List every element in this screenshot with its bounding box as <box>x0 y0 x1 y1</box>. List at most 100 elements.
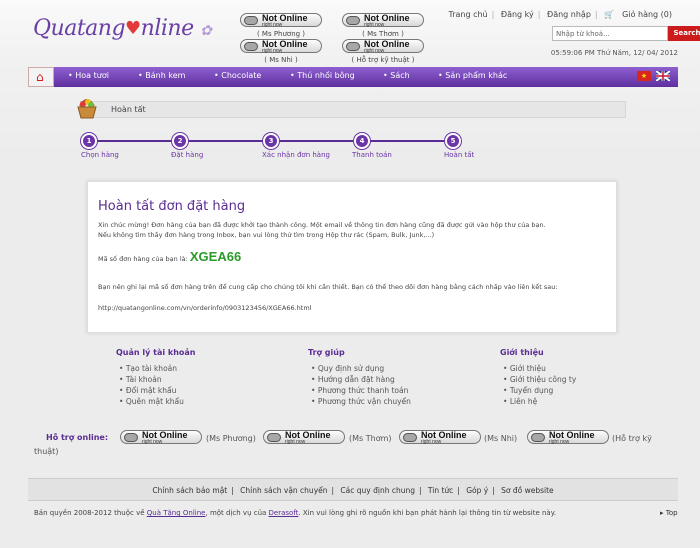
breadcrumb: Hoàn tất <box>80 101 626 118</box>
support-name: ( Ms Nhi ) <box>264 56 298 64</box>
nav-label: Bánh kem <box>145 71 186 80</box>
footer-link[interactable]: • Tuyển dụng <box>500 385 576 396</box>
status-sub: right now <box>262 22 283 28</box>
status-sub: right now <box>262 48 283 54</box>
step-3: 3 <box>263 133 279 149</box>
nav-item-chocolate[interactable]: • Chocolate <box>214 71 261 80</box>
footer-link-text: Tạo tài khoản <box>125 364 178 373</box>
nav-item-sach[interactable]: • Sách <box>383 71 410 80</box>
bottom-link[interactable]: Tin tức <box>424 486 457 495</box>
yahoo-status-tech-footer[interactable]: Not Online right now <box>527 430 609 445</box>
footer-link[interactable]: • Liên hệ <box>500 396 576 407</box>
bottom-link[interactable]: Chính sách vận chuyển <box>236 486 331 495</box>
yahoo-face-icon <box>531 433 545 442</box>
footer-link[interactable]: • Giới thiệu <box>500 363 576 374</box>
nav-item-hoa-tuoi[interactable]: • Hoa tươi <box>68 71 109 80</box>
yahoo-face-icon <box>124 433 138 442</box>
search-button[interactable]: Search <box>668 26 700 41</box>
order-code-row: Mã số đơn hàng của bạn là: XGEA66 <box>98 249 608 264</box>
footer-link[interactable]: • Quên mật khẩu <box>116 396 195 407</box>
footer-link[interactable]: • Tạo tài khoản <box>116 363 195 374</box>
nav-label: Sản phẩm khác <box>445 71 508 80</box>
status-sub: right now <box>364 22 385 28</box>
step-2: 2 <box>172 133 188 149</box>
separator: | <box>594 10 598 19</box>
footer-link-text: Quy định sử dụng <box>317 364 385 373</box>
bottom-link[interactable]: Góp ý <box>462 486 492 495</box>
footer-link-text: Đổi mật khẩu <box>125 386 177 395</box>
support-name: (Ms Nhi) <box>484 434 518 443</box>
nav-item-san-pham-khac[interactable]: • Sản phẩm khác <box>438 71 507 80</box>
home-icon: ⌂ <box>36 70 44 84</box>
order-code: XGEA66 <box>189 249 242 264</box>
nav-label: Thú nhồi bông <box>297 71 355 80</box>
status-sub: right now <box>285 439 306 445</box>
copy-link[interactable]: Quà Tặng Online <box>147 509 206 517</box>
home-button[interactable]: ⌂ <box>28 67 54 87</box>
site-logo[interactable]: Quatang♥nline ✿ <box>33 16 212 41</box>
back-to-top[interactable]: ▸ Top <box>660 509 678 517</box>
yahoo-status-tech[interactable]: Not Online right now <box>342 39 424 54</box>
status-sub: right now <box>364 48 385 54</box>
link-login[interactable]: Đăng nhập <box>543 10 595 19</box>
footer-col-account: Quản lý tài khoản • Tạo tài khoản • Tài … <box>116 348 195 407</box>
footer-col-title: Quản lý tài khoản <box>116 348 196 357</box>
copy-link[interactable]: Derasoft <box>269 509 299 517</box>
separator: | <box>537 10 541 19</box>
breadcrumb-text: Hoàn tất <box>111 105 146 114</box>
yahoo-status-nhi[interactable]: Not Online right now <box>240 39 322 54</box>
yahoo-status-thom-footer[interactable]: Not Online right now <box>263 430 345 445</box>
yahoo-status-phuong-footer[interactable]: Not Online right now <box>120 430 202 445</box>
step-1: 1 <box>81 133 97 149</box>
bottom-link[interactable]: Chính sách bảo mật <box>148 486 231 495</box>
order-complete-box: Hoàn tất đơn đặt hàng Xin chúc mừng! Đơn… <box>87 181 617 333</box>
support-name: (Ms Phương) <box>206 434 256 443</box>
footer-link-text: Phương thức thanh toán <box>317 386 409 395</box>
link-home[interactable]: Trang chủ <box>444 10 491 19</box>
step-label-1: Chọn hàng <box>81 151 119 159</box>
order-title: Hoàn tất đơn đặt hàng <box>98 199 246 214</box>
footer-link[interactable]: • Tài khoản <box>116 374 195 385</box>
footer-link-text: Quên mật khẩu <box>125 397 184 406</box>
support-name: (Hỗ trợ kỹ <box>612 434 652 443</box>
link-register[interactable]: Đăng ký <box>497 10 538 19</box>
gift-basket-icon <box>76 96 98 120</box>
page-wrapper: Quatang♥nline ✿ Not Online right now ( Ms… <box>28 0 700 548</box>
footer-link[interactable]: • Quy định sử dụng <box>308 363 411 374</box>
link-cart[interactable]: Giỏ hàng (0) <box>618 10 676 19</box>
step-5: 5 <box>445 133 461 149</box>
butterfly-icon: ✿ <box>200 23 212 39</box>
search-input[interactable]: Nhập từ khoá... <box>552 26 668 41</box>
heart-icon: ♥ <box>125 18 141 39</box>
bottom-links: Chính sách bảo mật | Chính sách vận chuyể… <box>28 486 678 495</box>
footer-link-text: Hướng dẫn đặt hàng <box>317 375 395 384</box>
nav-item-thu-nhoi-bong[interactable]: • Thú nhồi bông <box>290 71 355 80</box>
footer-link-text: Giới thiệu <box>509 364 546 373</box>
step-4: 4 <box>354 133 370 149</box>
nav-item-banh-kem[interactable]: • Bánh kem <box>138 71 185 80</box>
arrow-icon: ▸ <box>660 509 664 517</box>
footer-link[interactable]: • Phương thức vận chuyển <box>308 396 411 407</box>
nav-label: Sách <box>390 71 410 80</box>
footer-link[interactable]: • Giới thiệu công ty <box>500 374 576 385</box>
footer-link-text: Tuyển dụng <box>509 386 554 395</box>
vietnam-flag-icon[interactable]: ★ <box>637 71 651 81</box>
note-message: Bạn nên ghi lại mã số đơn hàng trên để c… <box>98 283 558 291</box>
support-name-cont: thuật) <box>34 447 59 456</box>
footer-link[interactable]: • Hướng dẫn đặt hàng <box>308 374 411 385</box>
copy-text: . Xin vui lòng ghi rõ nguồn khi bạn phát… <box>298 509 557 517</box>
copyright: Bản quyền 2008-2012 thuộc về Quà Tặng On… <box>34 509 556 517</box>
yahoo-face-icon <box>403 433 417 442</box>
yahoo-status-thom[interactable]: Not Online right now <box>342 13 424 28</box>
bottom-link[interactable]: Các quy định chung <box>336 486 419 495</box>
footer-link-text: Liên hệ <box>509 397 538 406</box>
footer-link[interactable]: • Phương thức thanh toán <box>308 385 411 396</box>
yahoo-status-nhi-footer[interactable]: Not Online right now <box>399 430 481 445</box>
bottom-link[interactable]: Sơ đồ website <box>497 486 558 495</box>
yahoo-face-icon <box>346 42 360 51</box>
yahoo-status-phuong[interactable]: Not Online right now <box>240 13 322 28</box>
yahoo-face-icon <box>244 42 258 51</box>
footer-link[interactable]: • Đổi mật khẩu <box>116 385 195 396</box>
uk-flag-icon[interactable] <box>655 70 671 82</box>
order-url-link[interactable]: http://quatangonline.com/vn/orderinfo/09… <box>98 303 608 313</box>
